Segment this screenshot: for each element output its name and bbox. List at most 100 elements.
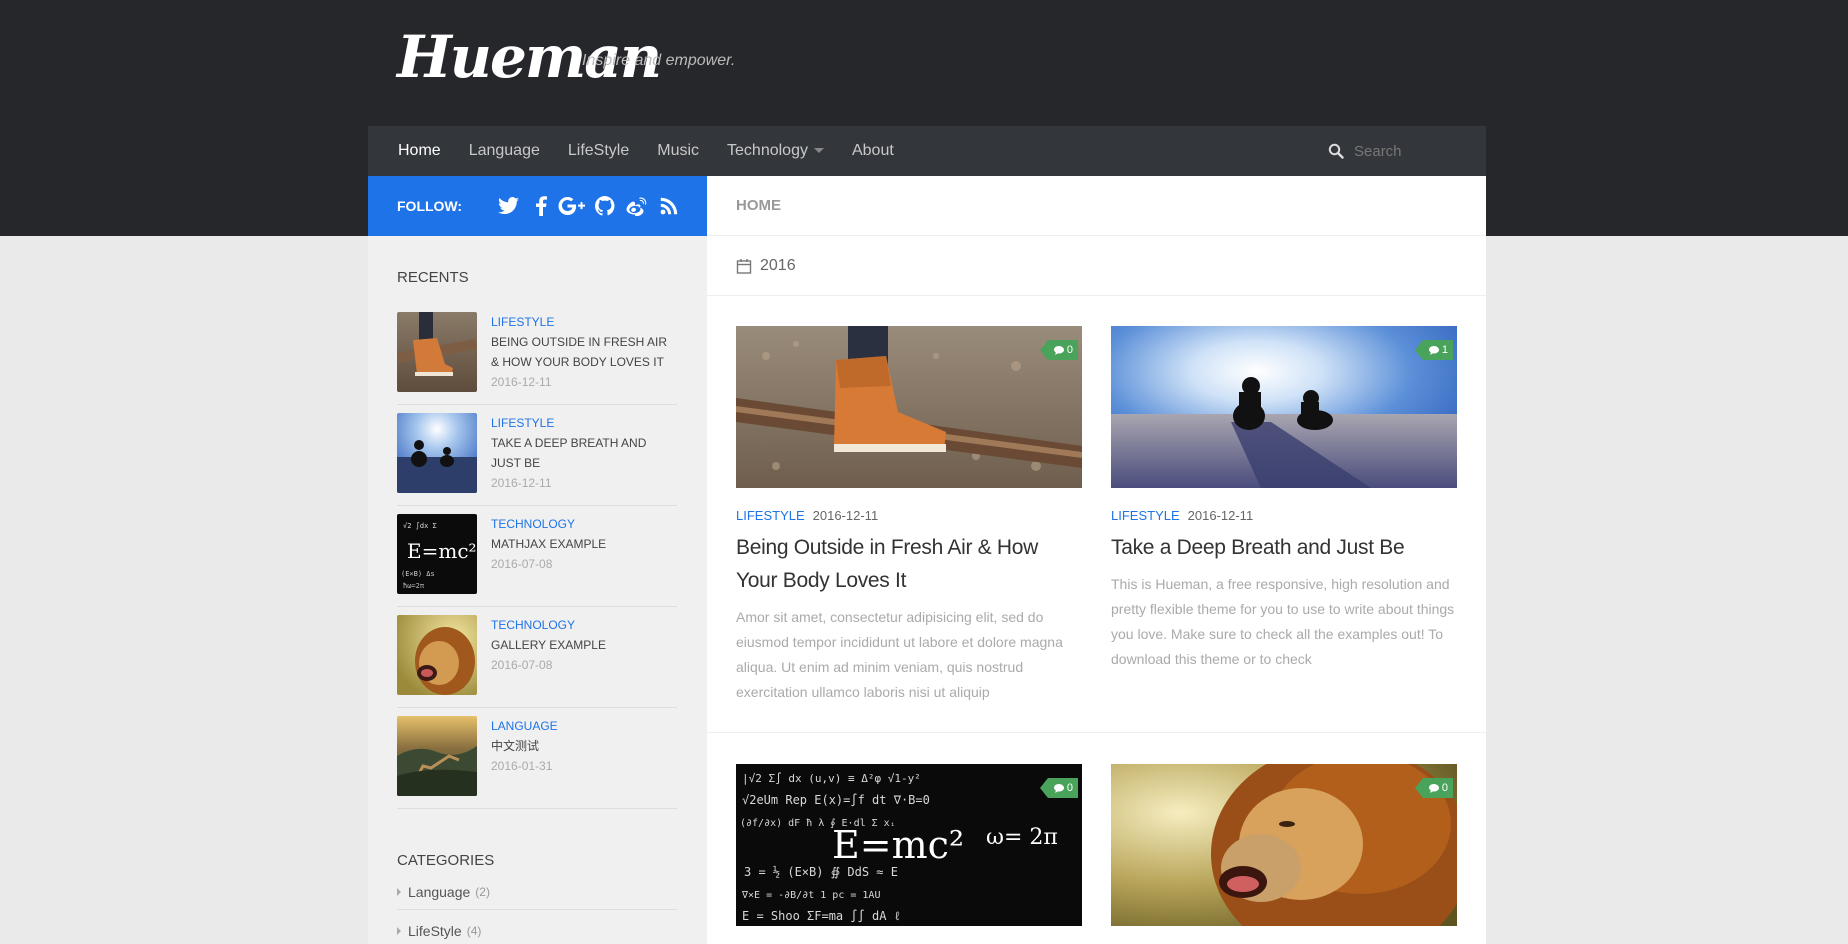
recent-title[interactable]: TAKE A DEEP BREATH AND JUST BE xyxy=(491,433,677,473)
calendar-icon xyxy=(736,258,752,274)
categories-list: Language (2) LifeStyle (4) xyxy=(397,874,677,944)
recents-title: RECENTS xyxy=(397,269,469,286)
recent-category[interactable]: TECHNOLOGY xyxy=(491,514,606,534)
comment-count: 0 xyxy=(1441,782,1448,794)
site-tagline: Inspire and empower. xyxy=(582,52,736,69)
main-content: HOME 2016 0 LIFESTYLE 2016-12-11 Being Ou… xyxy=(707,176,1486,944)
list-item: TECHNOLOGY GALLERY EXAMPLE 2016-07-08 xyxy=(397,607,677,708)
row-divider xyxy=(707,732,1486,733)
category-item-language[interactable]: Language (2) xyxy=(397,874,677,910)
svg-text:√2 ∫dx Σ: √2 ∫dx Σ xyxy=(403,521,437,530)
archive-label: 2016 xyxy=(760,256,796,274)
nav-item-music[interactable]: Music xyxy=(643,126,713,176)
archive-heading: 2016 xyxy=(707,236,1486,296)
category-label: LifeStyle xyxy=(408,922,462,939)
nav-item-about[interactable]: About xyxy=(838,126,908,176)
rss-icon[interactable] xyxy=(654,195,684,217)
recent-category[interactable]: LANGUAGE xyxy=(491,716,558,736)
recent-category[interactable]: LIFESTYLE xyxy=(491,312,677,332)
recent-thumbnail[interactable]: √2 ∫dx Σ E=mc² (E×B) Δs ħω=2π xyxy=(397,514,477,594)
post-date: 2016-12-11 xyxy=(1187,508,1254,523)
svg-text:E=mc²: E=mc² xyxy=(832,823,964,867)
categories-title: CATEGORIES xyxy=(397,852,495,869)
facebook-icon[interactable] xyxy=(526,195,556,217)
post-meta: LIFESTYLE 2016-12-11 xyxy=(736,508,1082,523)
follow-label: FOLLOW: xyxy=(397,198,463,214)
comment-icon xyxy=(1428,345,1439,355)
recent-category[interactable]: TECHNOLOGY xyxy=(491,615,606,635)
recent-title[interactable]: 中文测试 xyxy=(491,736,558,756)
comment-count: 1 xyxy=(1441,344,1448,356)
recent-title[interactable]: BEING OUTSIDE IN FRESH AIR & HOW YOUR BO… xyxy=(491,332,677,372)
search-input[interactable] xyxy=(1354,142,1474,160)
twitter-icon[interactable] xyxy=(494,195,524,217)
category-count: (2) xyxy=(475,884,490,899)
chevron-down-icon xyxy=(813,148,824,154)
svg-text:E=mc²: E=mc² xyxy=(407,539,477,563)
post-category[interactable]: LIFESTYLE xyxy=(1111,508,1180,523)
svg-text:√2eUm Rep E(x)=∫f dt ∇·B=0: √2eUm Rep E(x)=∫f dt ∇·B=0 xyxy=(742,793,930,807)
svg-text:E = Shoo ΣF=ma ∫∫ dA ℓ: E = Shoo ΣF=ma ∫∫ dA ℓ xyxy=(742,909,901,923)
recent-date: 2016-01-31 xyxy=(491,759,553,773)
recent-title[interactable]: MATHJAX EXAMPLE xyxy=(491,534,606,554)
sidebar: FOLLOW: RECENTS LIFESTYLE BEING OUTSIDE … xyxy=(368,176,707,944)
list-item: √2 ∫dx Σ E=mc² (E×B) Δs ħω=2π TECHNOLOGY MA… xyxy=(397,506,677,607)
github-icon[interactable] xyxy=(590,195,620,217)
post-title[interactable]: Take a Deep Breath and Just Be xyxy=(1111,531,1457,564)
recent-date: 2016-07-08 xyxy=(491,557,553,571)
comment-count-badge[interactable]: 1 xyxy=(1414,340,1453,360)
comment-count-badge[interactable]: 0 xyxy=(1414,778,1453,798)
post-card: 1 LIFESTYLE 2016-12-11 Take a Deep Breath… xyxy=(1111,326,1457,672)
recent-thumbnail[interactable] xyxy=(397,615,477,695)
svg-text:∇×E = -∂B/∂t 1 pc = 1AU: ∇×E = -∂B/∂t 1 pc = 1AU xyxy=(741,890,880,901)
recent-thumbnail[interactable] xyxy=(397,312,477,392)
category-count: (4) xyxy=(466,923,482,938)
category-item-lifestyle[interactable]: LifeStyle (4) xyxy=(397,910,677,944)
post-date: 2016-12-11 xyxy=(812,508,879,523)
post-thumbnail[interactable]: 0 xyxy=(1111,764,1457,926)
recent-thumbnail[interactable] xyxy=(397,413,477,493)
post-category[interactable]: LIFESTYLE xyxy=(736,508,805,523)
nav-item-technology-label: Technology xyxy=(727,142,808,159)
post-card: 0 LIFESTYLE 2016-12-11 Being Outside in F… xyxy=(736,326,1082,705)
nav-item-technology[interactable]: Technology xyxy=(713,126,838,176)
nav-item-language[interactable]: Language xyxy=(455,126,554,176)
nav-item-lifestyle[interactable]: LifeStyle xyxy=(554,126,643,176)
breadcrumb: HOME xyxy=(707,176,1486,236)
post-excerpt: This is Hueman, a free responsive, high … xyxy=(1111,576,1455,667)
weibo-icon[interactable] xyxy=(622,195,652,217)
svg-text:ω= 2π: ω= 2π xyxy=(986,825,1058,850)
svg-text:(E×B) Δs: (E×B) Δs xyxy=(401,570,435,578)
post-thumbnail[interactable]: |√2 Σ∫ dx (u,v) ≡ Δ²φ √1-y² √2eUm Rep E(x… xyxy=(736,764,1082,926)
post-thumbnail[interactable]: 1 xyxy=(1111,326,1457,488)
post-title[interactable]: Being Outside in Fresh Air & How Your Bo… xyxy=(736,531,1082,597)
list-item: LIFESTYLE TAKE A DEEP BREATH AND JUST BE… xyxy=(397,405,677,506)
svg-text:|√2 Σ∫ dx (u,v) ≡ Δ²φ √1-y²: |√2 Σ∫ dx (u,v) ≡ Δ²φ √1-y² xyxy=(742,772,921,785)
category-label: Language xyxy=(408,883,471,900)
list-item: LIFESTYLE BEING OUTSIDE IN FRESH AIR & H… xyxy=(397,304,677,405)
search-icon[interactable] xyxy=(1328,143,1344,159)
recent-thumbnail[interactable] xyxy=(397,716,477,796)
list-item: LANGUAGE 中文测试 2016-01-31 xyxy=(397,708,677,809)
comment-count-badge[interactable]: 0 xyxy=(1039,778,1078,798)
recent-category[interactable]: LIFESTYLE xyxy=(491,413,677,433)
recent-date: 2016-12-11 xyxy=(491,375,552,389)
comment-count-badge[interactable]: 0 xyxy=(1039,340,1078,360)
recent-date: 2016-12-11 xyxy=(491,476,552,490)
comment-icon xyxy=(1053,345,1064,355)
recent-title[interactable]: GALLERY EXAMPLE xyxy=(491,635,606,655)
post-thumbnail[interactable]: 0 xyxy=(736,326,1082,488)
chevron-right-icon xyxy=(397,926,401,935)
social-links xyxy=(494,195,686,217)
chevron-right-icon xyxy=(397,887,401,896)
post-card: 0 xyxy=(1111,764,1457,926)
page-wrapper: Hueman Inspire and empower. Home Languag… xyxy=(368,0,1486,944)
main-nav: Home Language LifeStyle Music Technology… xyxy=(368,126,1486,176)
svg-text:3 = ½ (E×B) ∯ DdS ≈ E: 3 = ½ (E×B) ∯ DdS ≈ E xyxy=(744,865,898,879)
comment-icon xyxy=(1053,783,1064,793)
comment-count: 0 xyxy=(1066,344,1073,356)
follow-bar: FOLLOW: xyxy=(368,176,707,236)
google-plus-icon[interactable] xyxy=(558,195,588,217)
post-excerpt: Amor sit amet, consectetur adipisicing e… xyxy=(736,609,1063,700)
nav-item-home[interactable]: Home xyxy=(384,126,455,176)
